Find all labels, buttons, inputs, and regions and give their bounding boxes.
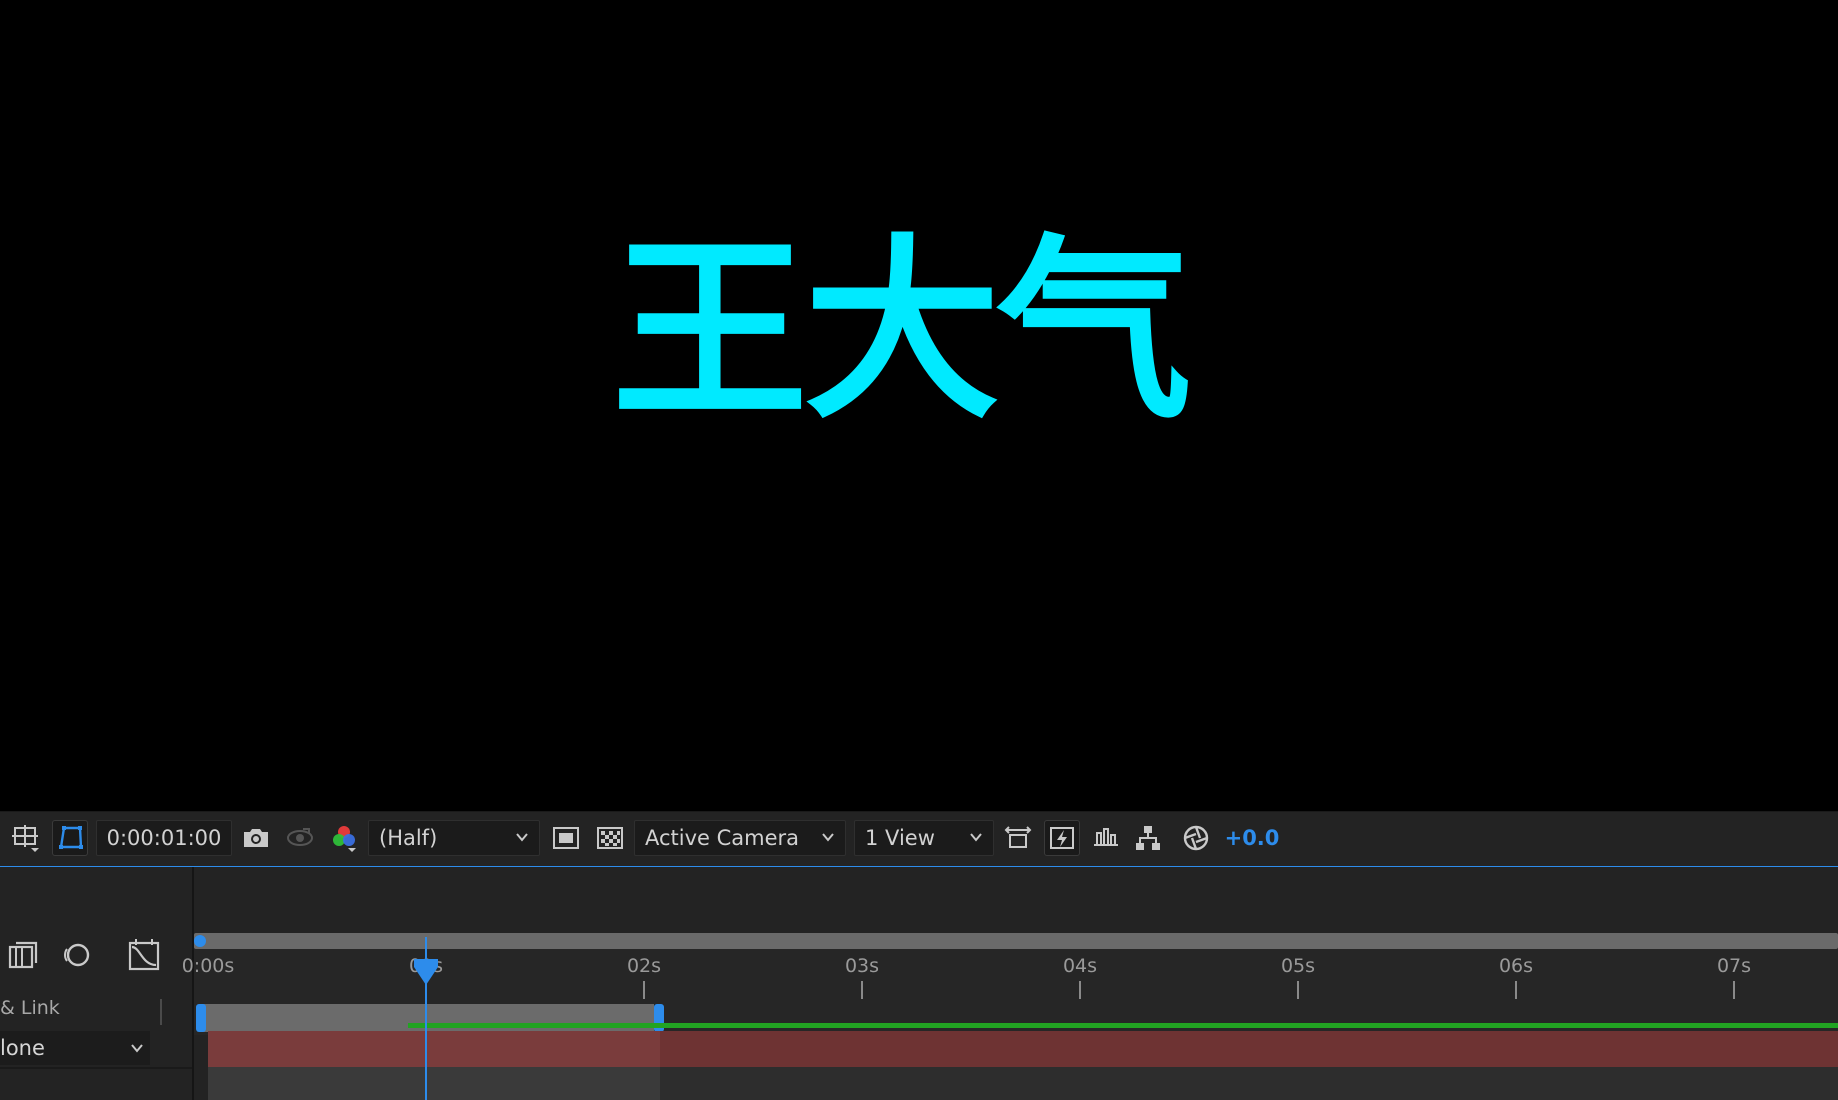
layer-duration-bar[interactable] [208,1031,1838,1067]
view-layout-dropdown[interactable]: 1 View [854,820,994,856]
camera-value: Active Camera [645,826,800,850]
work-area-row [194,999,1838,1035]
current-time-value: 0:00:01:00 [106,826,222,850]
resolution-value: (Half) [379,826,438,850]
transparency-grid-icon [597,827,623,849]
timeline-layer-controls: & Link lone [0,867,194,1100]
ruler-tick [1297,981,1299,1001]
ruler-label: 0:00s [181,955,235,977]
current-time-field[interactable]: 0:00:01:00 [96,820,232,856]
ruler-label: 04s [1062,955,1098,977]
cached-frames-indicator [194,1023,1838,1029]
ruler-label: 05s [1280,955,1316,977]
rgb-channels-icon [333,826,356,852]
region-of-interest-button[interactable] [8,820,44,856]
mask-path-visibility-button[interactable] [52,820,88,856]
flowchart-icon [1136,826,1160,850]
column-divider[interactable] [160,999,162,1025]
ruler-label: 07s [1716,955,1752,977]
layer-row-empty [208,1067,1838,1100]
composition-flowchart-icon[interactable] [6,937,42,973]
show-snapshot-button[interactable] [282,820,318,856]
reset-exposure-icon [1183,825,1209,851]
show-channel-button[interactable] [326,820,362,856]
take-snapshot-button[interactable] [238,820,274,856]
graph-editor-icon[interactable] [126,937,162,973]
ruler-tick [1515,981,1517,1001]
ruler-label: 03s [844,955,880,977]
work-area-shade [208,1067,660,1100]
motion-blur-icon[interactable] [58,937,94,973]
composition-text-layer[interactable]: 王大气 [612,222,1192,442]
active-camera-dropdown[interactable]: Active Camera [634,820,846,856]
lightning-icon [1050,827,1074,849]
fast-previews-icon [553,827,579,849]
comp-flowchart-button[interactable] [1130,820,1166,856]
time-graph[interactable]: 0:00s01s02s03s04s05s06s07s [182,867,1838,1100]
playhead-marker-icon[interactable] [412,959,440,987]
ruler-tick [1079,981,1081,1001]
composition-viewer[interactable]: 王大气 [0,0,1838,811]
ruler-tick [861,981,863,1001]
mask-path-visibility-icon [59,826,83,849]
chevron-down-icon [822,833,834,842]
exposure-value[interactable]: +0.0 [1222,820,1282,856]
snapshot-camera-icon [244,829,268,847]
views-value: 1 View [865,826,935,850]
show-snapshot-icon [287,828,313,846]
time-navigator-start-handle[interactable] [194,935,206,947]
toggle-pixel-aspect-button[interactable] [1000,820,1036,856]
viewer-toolbar: 0:00:01:00 (Half) Active Camera 1 View +… [0,811,1838,868]
reset-exposure-button[interactable] [1178,820,1214,856]
ruler-label: 06s [1498,955,1534,977]
after-effects-window: 王大气 0:00:01:00 (Half) Active Camera 1 Vi… [0,0,1838,1100]
fast-previews-button[interactable] [548,820,584,856]
parent-link-dropdown[interactable]: lone [0,1031,150,1065]
pixel-aspect-icon [1004,826,1032,848]
time-navigator-bar[interactable] [194,933,1838,949]
parent-link-value: lone [0,1036,45,1060]
chevron-down-icon [131,1044,143,1053]
region-of-interest-icon [12,825,39,852]
fast-preview-lightning-button[interactable] [1044,820,1080,856]
ruler-label: 02s [626,955,662,977]
row-divider [0,1067,192,1069]
exposure-text: +0.0 [1224,826,1280,850]
time-ruler[interactable]: 0:00s01s02s03s04s05s06s07s [182,949,1838,1001]
resolution-dropdown[interactable]: (Half) [368,820,540,856]
chevron-down-icon [516,833,528,842]
transparency-grid-button[interactable] [592,820,628,856]
timeline-icon [1094,828,1118,846]
ruler-tick [643,981,645,1001]
timeline-panel: & Link lone 0:00s01s02s03s04s05s06s07s [0,867,1838,1100]
chevron-down-icon [970,833,982,842]
ruler-tick [1733,981,1735,1001]
parent-link-column-label: & Link [0,997,60,1019]
timeline-button[interactable] [1088,820,1124,856]
